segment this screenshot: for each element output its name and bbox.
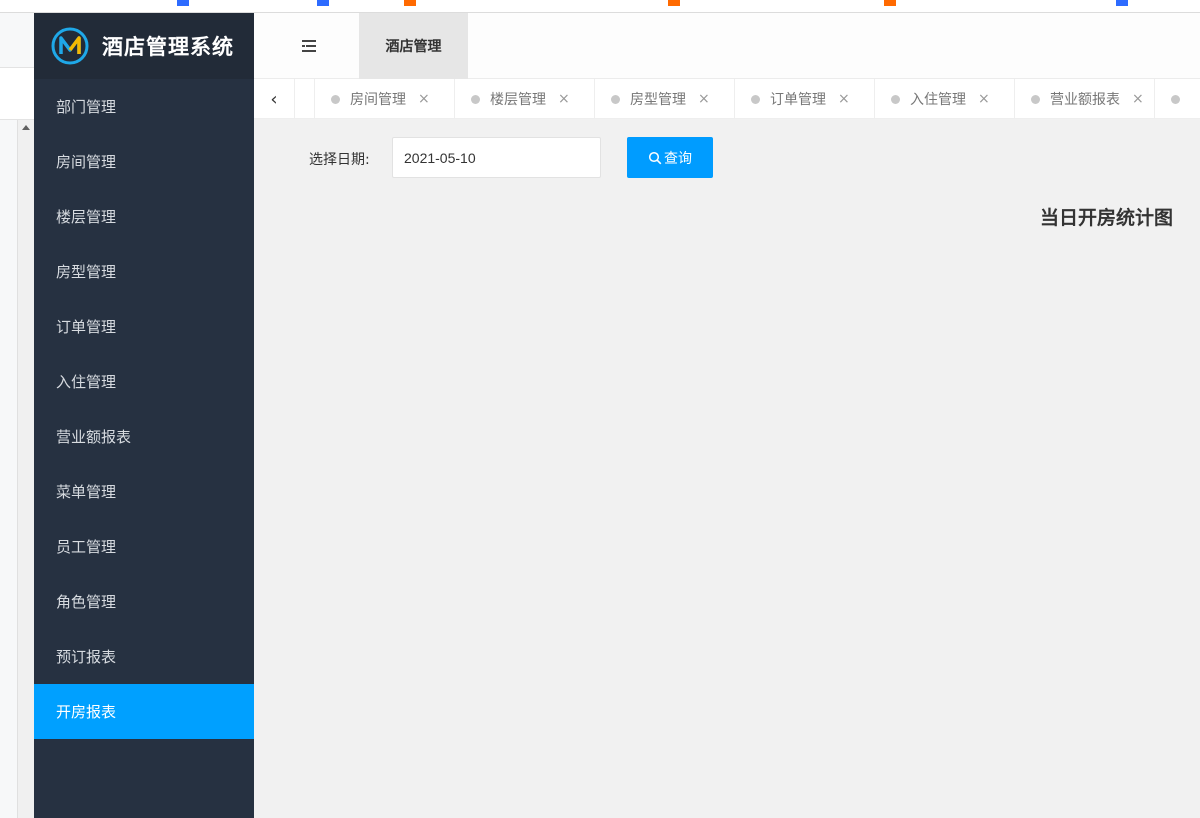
sidebar-item[interactable]: 订单管理 bbox=[34, 299, 254, 354]
tab-label: 入住管理 bbox=[910, 92, 966, 108]
query-label: 查询 bbox=[664, 149, 692, 166]
sidebar-item-label: 开房报表 bbox=[56, 703, 117, 721]
sidebar-item-label: 楼层管理 bbox=[56, 208, 117, 226]
outer-frame-gutter bbox=[0, 13, 34, 818]
tab-dot-icon bbox=[1031, 94, 1040, 104]
close-icon[interactable]: × bbox=[1132, 91, 1144, 107]
scroll-up-arrow-icon[interactable] bbox=[22, 125, 30, 130]
page-tab[interactable]: 订单管理 × bbox=[735, 79, 875, 118]
sidebar-item[interactable]: 菜单管理 bbox=[34, 464, 254, 519]
tab-label: 订单管理 bbox=[770, 92, 826, 108]
sidebar-item-label: 员工管理 bbox=[56, 538, 117, 556]
sidebar-item-label: 菜单管理 bbox=[56, 483, 117, 501]
close-icon[interactable]: × bbox=[558, 91, 570, 107]
tab-label: 营业额报表 bbox=[1050, 92, 1120, 108]
date-label: 选择日期: bbox=[309, 152, 370, 168]
sidebar-item-label: 营业额报表 bbox=[56, 428, 132, 446]
logo-icon bbox=[51, 27, 89, 65]
logo-bar: 酒店管理系统 bbox=[34, 13, 254, 79]
bookmark-icon[interactable] bbox=[317, 0, 329, 6]
bookmark-icon[interactable] bbox=[1116, 0, 1128, 6]
sidebar-item[interactable]: 开房报表 bbox=[34, 684, 254, 739]
tabs-prev-button[interactable]: ‹ bbox=[254, 79, 295, 118]
sidebar-item[interactable]: 楼层管理 bbox=[34, 189, 254, 244]
page-tab[interactable]: 房间管理 × bbox=[315, 79, 455, 118]
sidebar-item-label: 预订报表 bbox=[56, 648, 117, 666]
top-header: 酒店管理 bbox=[254, 13, 1200, 79]
sidebar-item[interactable]: 预订报表 bbox=[34, 629, 254, 684]
chart-title: 当日开房统计图 bbox=[1039, 207, 1173, 229]
sidebar-item-label: 房型管理 bbox=[56, 263, 117, 281]
tab-dot-icon bbox=[891, 94, 900, 104]
tab-label: 楼层管理 bbox=[490, 92, 546, 108]
chevron-left-icon: ‹ bbox=[270, 88, 278, 110]
page-tab[interactable]: 入住管理 × bbox=[875, 79, 1015, 118]
page-tabs-bar: ‹ 房间管理 × 楼层管理 × 房型管理 × 订单管理 × 入住管理 × 营业额报表 × bbox=[254, 79, 1200, 119]
tab-dot-icon bbox=[751, 94, 760, 104]
sidebar-item[interactable]: 房型管理 bbox=[34, 244, 254, 299]
query-button[interactable]: 查询 bbox=[627, 137, 713, 178]
scrollbar[interactable] bbox=[17, 120, 34, 818]
page-tab[interactable]: 房型管理 × bbox=[595, 79, 735, 118]
bookmark-icon[interactable] bbox=[177, 0, 189, 6]
bookmark-icon[interactable] bbox=[668, 0, 680, 6]
tab-label: 房间管理 bbox=[350, 92, 406, 108]
sidebar-menu: 部门管理房间管理楼层管理房型管理订单管理入住管理营业额报表菜单管理员工管理角色管… bbox=[34, 79, 254, 739]
main-content: 选择日期: 查询 当日开房统计图 bbox=[254, 119, 1200, 818]
close-icon[interactable]: × bbox=[838, 91, 850, 107]
bookmark-icon[interactable] bbox=[404, 0, 416, 6]
page-tab[interactable]: 楼层管理 × bbox=[455, 79, 595, 118]
browser-bookmarks-bar bbox=[0, 0, 1200, 13]
tab-dot-icon bbox=[471, 94, 480, 104]
close-icon[interactable]: × bbox=[698, 91, 710, 107]
sidebar-item[interactable]: 员工管理 bbox=[34, 519, 254, 574]
close-icon[interactable]: × bbox=[978, 91, 990, 107]
sidebar-item[interactable]: 角色管理 bbox=[34, 574, 254, 629]
app-title: 酒店管理系统 bbox=[102, 35, 234, 59]
sidebar-item[interactable]: 部门管理 bbox=[34, 79, 254, 134]
bookmark-icon[interactable] bbox=[884, 0, 896, 6]
sidebar-item-label: 角色管理 bbox=[56, 593, 117, 611]
close-icon[interactable]: × bbox=[418, 91, 430, 107]
tab-dot-icon bbox=[1171, 94, 1180, 104]
sidebar-item-label: 订单管理 bbox=[56, 318, 117, 336]
sidebar-item[interactable]: 营业额报表 bbox=[34, 409, 254, 464]
tab-label: 房型管理 bbox=[630, 92, 686, 108]
search-icon bbox=[648, 151, 662, 164]
tab-dot-icon bbox=[611, 94, 620, 104]
tab-dot-icon bbox=[331, 94, 340, 104]
sidebar-item[interactable]: 房间管理 bbox=[34, 134, 254, 189]
page-tab-overflow[interactable] bbox=[1155, 79, 1200, 118]
sidebar-item[interactable]: 入住管理 bbox=[34, 354, 254, 409]
sidebar-item-label: 部门管理 bbox=[56, 98, 117, 116]
tab-hotel-management[interactable]: 酒店管理 bbox=[359, 13, 468, 79]
sidebar-item-label: 房间管理 bbox=[56, 153, 117, 171]
date-input[interactable] bbox=[392, 137, 601, 178]
sidebar-item-label: 入住管理 bbox=[56, 373, 117, 391]
sidebar: 酒店管理系统 部门管理房间管理楼层管理房型管理订单管理入住管理营业额报表菜单管理… bbox=[34, 13, 254, 818]
page-tab[interactable]: 营业额报表 × bbox=[1015, 79, 1155, 118]
menu-toggle-icon[interactable] bbox=[298, 37, 320, 55]
